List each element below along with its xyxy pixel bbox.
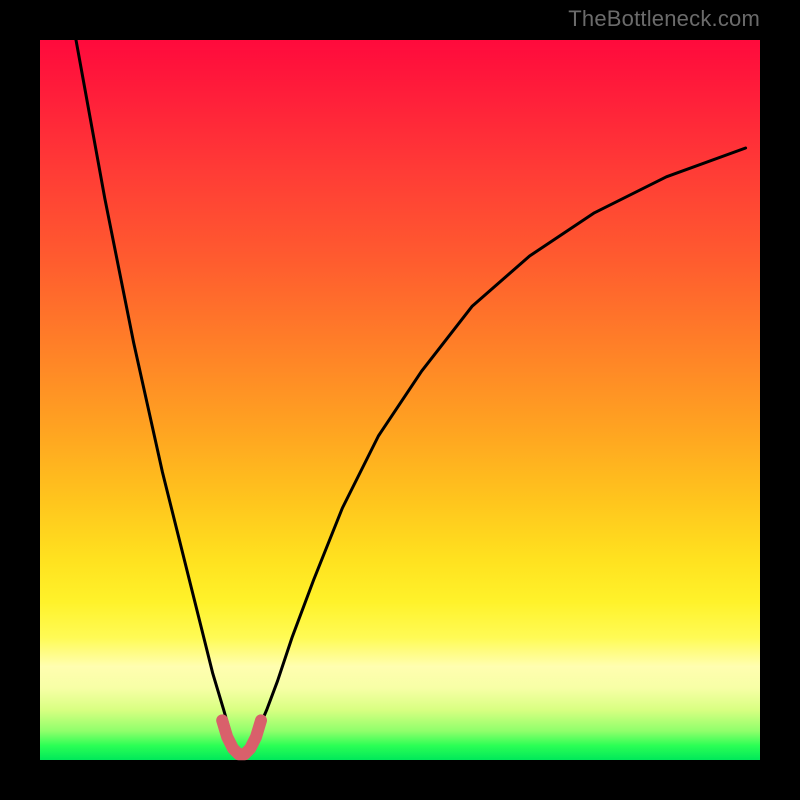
chart-frame: TheBottleneck.com [0,0,800,800]
plot-area [40,40,760,760]
minimum-marker [222,720,261,754]
curve-right-branch [249,148,746,753]
curve-left-branch [76,40,238,753]
curve-svg [40,40,760,760]
attribution-text: TheBottleneck.com [568,6,760,32]
